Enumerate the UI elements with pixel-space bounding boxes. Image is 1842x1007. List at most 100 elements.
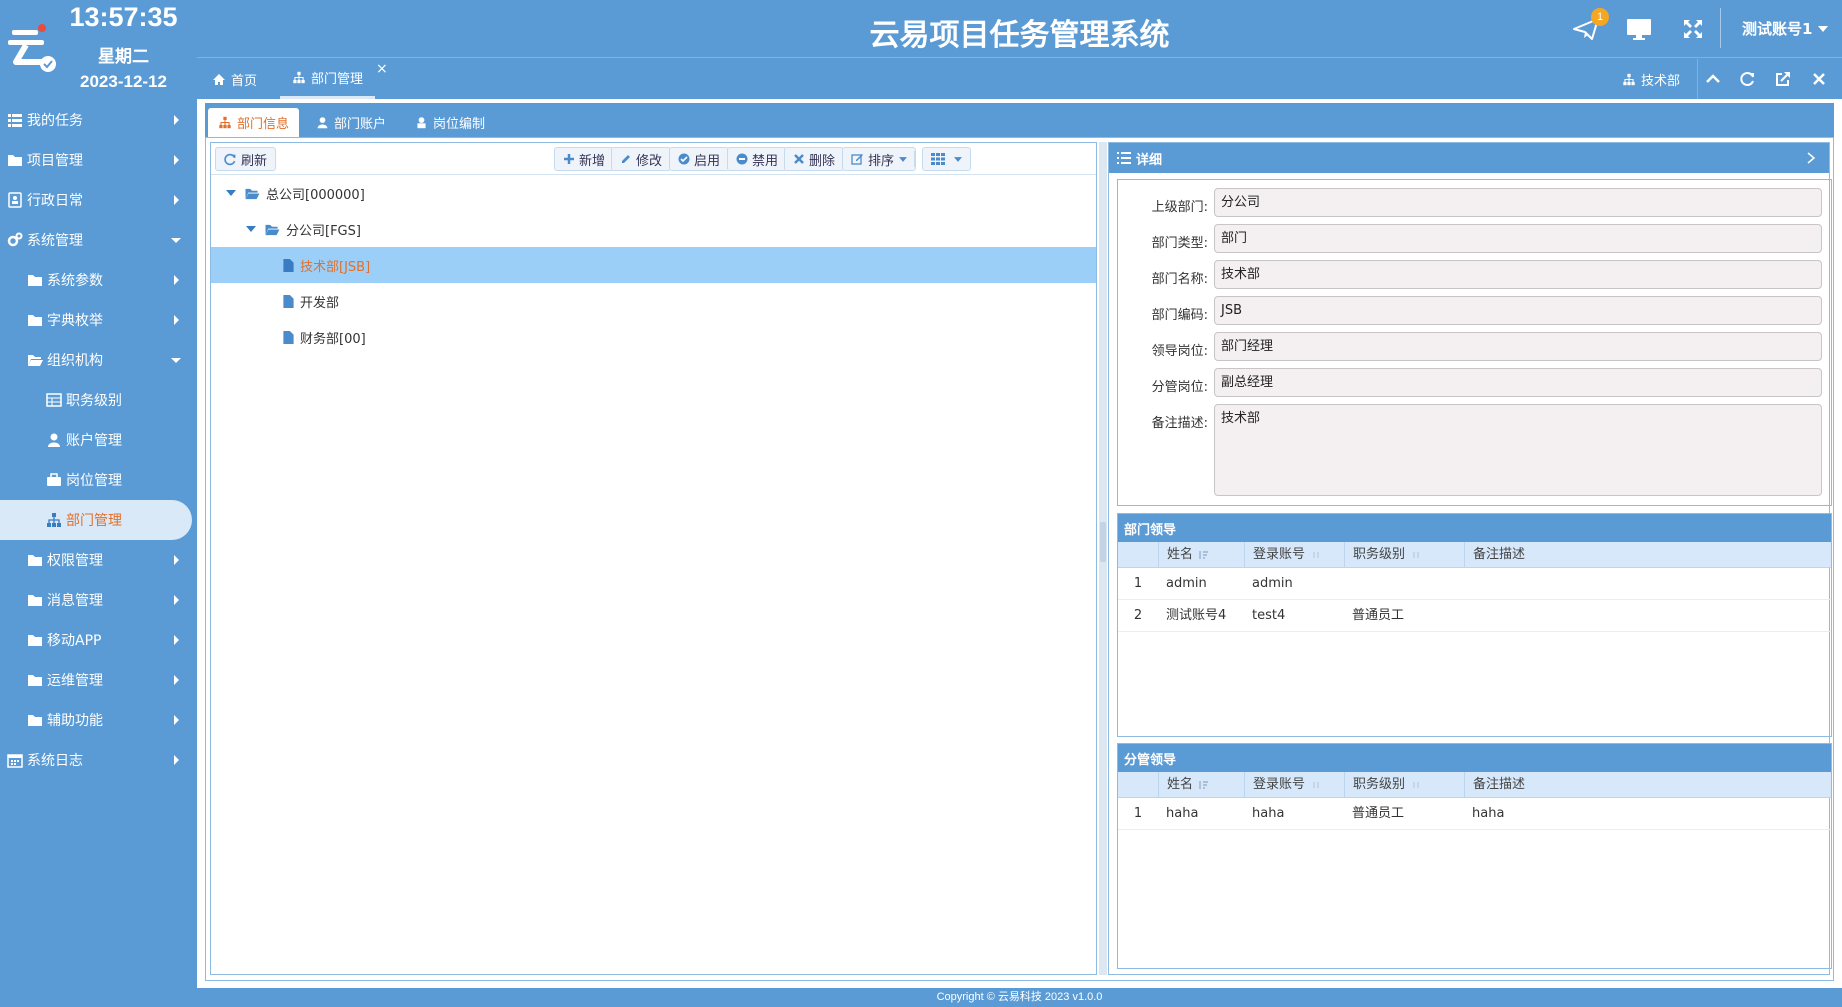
column-header-level[interactable]: 职务级别 — [1344, 542, 1464, 568]
column-header-account[interactable]: 登录账号 — [1244, 542, 1344, 568]
dept-type-field[interactable]: 部门 — [1214, 224, 1822, 253]
dept-code-field[interactable]: JSB — [1214, 296, 1822, 325]
edit-button[interactable]: 修改 — [611, 147, 672, 171]
sort-icon — [1313, 551, 1319, 558]
detail-panel: 详细 上级部门: 分公司 部门类型: 部门 部门名称: 技术部 部门编码: JS… — [1108, 142, 1832, 975]
panel-splitter[interactable] — [1099, 142, 1107, 975]
cell-name: 测试账号4 — [1166, 608, 1227, 623]
column-header-remark[interactable]: 备注描述 — [1464, 542, 1831, 568]
chevron-right-icon — [174, 275, 179, 285]
column-header-label: 登录账号 — [1253, 547, 1306, 562]
sidebar-item-dictionary[interactable]: 字典枚举 — [0, 300, 197, 340]
chevron-right-icon — [174, 635, 179, 645]
sidebar-item-job-level[interactable]: 职务级别 — [0, 380, 197, 420]
column-header-name[interactable]: 姓名 — [1158, 772, 1244, 798]
file-icon — [283, 258, 294, 272]
sidebar-item-department[interactable]: 部门管理 — [0, 500, 192, 540]
sidebar-item-label: 组织机构 — [47, 353, 103, 369]
sidebar-item-ops[interactable]: 运维管理 — [0, 660, 197, 700]
sidebar-item-permission[interactable]: 权限管理 — [0, 540, 197, 580]
sidebar-item-label: 权限管理 — [47, 553, 103, 569]
sidebar-item-message[interactable]: 消息管理 — [0, 580, 197, 620]
disable-button[interactable]: 禁用 — [727, 147, 788, 171]
table-row[interactable]: 1 admin admin — [1118, 568, 1831, 600]
monitor-icon[interactable] — [1625, 16, 1653, 42]
sidebar-item-label: 项目管理 — [27, 153, 83, 169]
cell-name: admin — [1166, 576, 1207, 591]
sidebar-item-organization[interactable]: 组织机构 — [0, 340, 197, 380]
user-menu[interactable]: 测试账号1 — [1742, 18, 1829, 39]
delete-button[interactable]: 删除 — [784, 147, 845, 171]
chevron-right-icon — [174, 555, 179, 565]
sidebar-item-project-management[interactable]: 项目管理 — [0, 140, 197, 180]
grid-icon — [931, 153, 945, 165]
caret-down-icon[interactable] — [246, 225, 256, 233]
tree-node-head-office[interactable]: 总公司[000000] — [211, 175, 1096, 211]
clock-panel: 13:57:35 星期二 2023-12-12 — [0, 0, 197, 100]
chevron-right-icon[interactable] — [1806, 152, 1816, 164]
tree-node-dev-dept[interactable]: 开发部 — [211, 283, 1096, 319]
tab-post-staffing[interactable]: 岗位编制 — [405, 108, 495, 137]
column-header-account[interactable]: 登录账号 — [1244, 772, 1344, 798]
column-header-name[interactable]: 姓名 — [1158, 542, 1244, 568]
tab-home[interactable]: 首页 — [212, 59, 257, 99]
add-button[interactable]: 新增 — [554, 147, 615, 171]
chevron-right-icon — [174, 155, 179, 165]
folder-open-icon — [265, 224, 280, 235]
tab-department-accounts[interactable]: 部门账户 — [306, 108, 396, 137]
sidebar-item-system-params[interactable]: 系统参数 — [0, 260, 197, 300]
fullscreen-icon[interactable] — [1679, 16, 1707, 42]
toolbar-divider — [914, 151, 915, 167]
tree-node-branch[interactable]: 分公司[FGS] — [211, 211, 1096, 247]
table-row[interactable]: 1 haha haha 普通员工 haha — [1118, 798, 1831, 830]
splitter-handle[interactable] — [1100, 522, 1106, 562]
tab-department-info[interactable]: 部门信息 — [208, 108, 300, 137]
refresh-icon[interactable] — [1740, 71, 1756, 87]
tree-toolbar: 刷新 新增 修改 启用 禁用 删除 排序 — [211, 143, 1096, 175]
sidebar-item-system-log[interactable]: 系统日志 — [0, 740, 197, 780]
column-header-remark[interactable]: 备注描述 — [1464, 772, 1831, 798]
close-icon[interactable] — [1811, 71, 1827, 87]
sidebar-item-mobile-app[interactable]: 移动APP — [0, 620, 197, 660]
branch-post-field[interactable]: 副总经理 — [1214, 368, 1822, 397]
sidebar: 13:57:35 星期二 2023-12-12 我的任务 项目管理 行政日常 系… — [0, 0, 197, 1007]
sidebar-item-account[interactable]: 账户管理 — [0, 420, 197, 460]
chevron-right-icon — [174, 675, 179, 685]
sidebar-item-system-management[interactable]: 系统管理 — [0, 220, 197, 260]
sidebar-item-auxiliary[interactable]: 辅助功能 — [0, 700, 197, 740]
department-tree-panel: 刷新 新增 修改 启用 禁用 删除 排序 总公司[000000] 分公司[FGS… — [210, 142, 1097, 975]
sidebar-item-label: 系统参数 — [47, 273, 103, 289]
tab-department-management[interactable]: 部门管理 — [280, 59, 376, 99]
chevron-up-icon[interactable] — [1705, 71, 1721, 87]
sidebar-item-post[interactable]: 岗位管理 — [0, 460, 197, 500]
leader-post-field[interactable]: 部门经理 — [1214, 332, 1822, 361]
caret-down-icon[interactable] — [226, 189, 236, 197]
columns-dropdown[interactable] — [922, 147, 971, 171]
sidebar-item-my-tasks[interactable]: 我的任务 — [0, 100, 197, 140]
tree-node-finance-dept[interactable]: 财务部[00] — [211, 319, 1096, 355]
cell-name: haha — [1166, 806, 1199, 821]
table-row[interactable]: 2 测试账号4 test4 普通员工 — [1118, 600, 1831, 632]
external-link-icon[interactable] — [1775, 71, 1791, 87]
detail-header: 详细 — [1109, 143, 1829, 173]
refresh-button[interactable]: 刷新 — [215, 147, 277, 171]
enable-button[interactable]: 启用 — [669, 147, 730, 171]
branch-post-label: 分管岗位: — [1151, 380, 1208, 395]
dept-name-field[interactable]: 技术部 — [1214, 260, 1822, 289]
tab-close-button[interactable]: × — [376, 61, 388, 77]
sidebar-item-label: 我的任务 — [27, 113, 83, 129]
top-divider — [1720, 8, 1721, 48]
column-header-label: 姓名 — [1167, 777, 1194, 792]
remark-textarea[interactable]: 技术部 — [1214, 404, 1822, 496]
parent-dept-label: 上级部门: — [1151, 200, 1208, 215]
dept-code-label: 部门编码: — [1151, 308, 1208, 323]
id-card-icon — [8, 192, 22, 208]
tree-node-tech-dept[interactable]: 技术部[JSB] — [211, 247, 1096, 283]
sub-tab-bar: 部门信息 部门账户 岗位编制 — [205, 103, 1834, 137]
parent-dept-field[interactable]: 分公司 — [1214, 188, 1822, 217]
column-header-level[interactable]: 职务级别 — [1344, 772, 1464, 798]
dept-leaders-grid: 部门领导 姓名 登录账号 职务级别 备注描述 1 admin admin 2 测… — [1117, 513, 1832, 737]
sidebar-item-label: 字典枚举 — [47, 313, 103, 329]
sort-dropdown[interactable]: 排序 — [842, 147, 917, 171]
sidebar-item-admin-daily[interactable]: 行政日常 — [0, 180, 197, 220]
